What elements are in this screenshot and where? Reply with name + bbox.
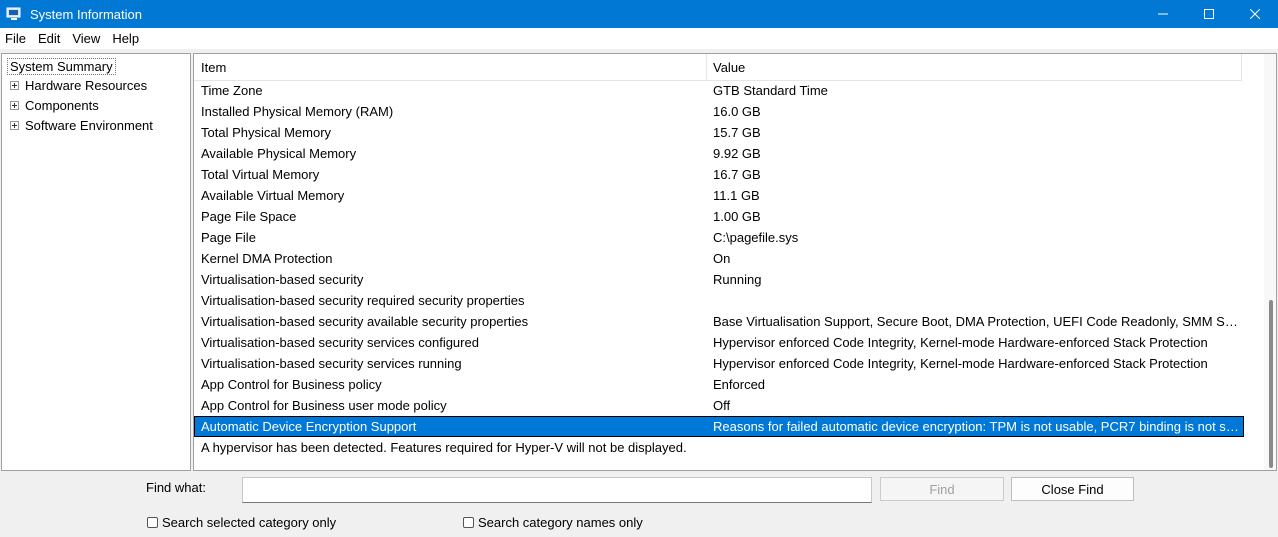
row-value: 16.7 GB — [713, 167, 761, 182]
row-item: Available Physical Memory — [201, 146, 357, 161]
menu-help[interactable]: Help — [107, 31, 146, 46]
row-value: 11.1 GB — [713, 188, 760, 203]
row-item: Page File Space — [201, 209, 297, 224]
menu-edit[interactable]: Edit — [33, 31, 67, 46]
column-header-value[interactable]: Value — [713, 60, 745, 75]
row-item: Available Virtual Memory — [201, 188, 345, 203]
minimize-icon — [1158, 13, 1168, 15]
close-button[interactable] — [1232, 0, 1278, 28]
table-row[interactable]: Available Physical Memory 9.92 GB — [194, 143, 1244, 164]
tree-item-hardware-resources[interactable]: Hardware Resources — [10, 78, 147, 93]
menu-bar: File Edit View Help — [0, 28, 1278, 49]
tree-item-components[interactable]: Components — [10, 98, 99, 113]
menu-view[interactable]: View — [67, 31, 107, 46]
table-row[interactable]: App Control for Business policy Enforced — [194, 374, 1244, 395]
column-header-item[interactable]: Item — [201, 60, 226, 75]
table-row[interactable]: Installed Physical Memory (RAM) 16.0 GB — [194, 101, 1244, 122]
row-item: App Control for Business user mode polic… — [201, 398, 447, 413]
find-button-label: Find — [929, 481, 955, 497]
row-value: 1.00 GB — [713, 209, 761, 224]
search-selected-category-checkbox[interactable] — [147, 517, 158, 528]
row-item: App Control for Business policy — [201, 377, 382, 392]
row-item: Automatic Device Encryption Support — [201, 419, 417, 434]
table-row[interactable]: App Control for Business user mode polic… — [194, 395, 1244, 416]
table-row[interactable]: Time Zone GTB Standard Time — [194, 80, 1244, 101]
column-header: Item Value — [194, 54, 1242, 81]
row-value: Running — [713, 272, 762, 287]
table-row[interactable]: A hypervisor has been detected. Features… — [194, 437, 1244, 458]
table-row[interactable]: Total Virtual Memory 16.7 GB — [194, 164, 1244, 185]
table-row[interactable]: Automatic Device Encryption Support Reaso… — [194, 416, 1244, 437]
title-bar[interactable]: System Information — [0, 0, 1278, 28]
tree-item-label: Software Environment — [25, 118, 153, 133]
close-icon — [1250, 9, 1260, 19]
row-value: GTB Standard Time — [713, 83, 828, 98]
search-category-names-checkbox[interactable] — [463, 517, 474, 528]
row-item: Total Virtual Memory — [201, 167, 320, 182]
table-row[interactable]: Kernel DMA Protection On — [194, 248, 1244, 269]
search-selected-category-option[interactable]: Search selected category only — [147, 515, 336, 530]
system-information-icon — [6, 6, 22, 22]
details-list[interactable]: Item Value Time Zone GTB Standard Time Ins… — [193, 53, 1277, 471]
vertical-scrollbar[interactable] — [1264, 54, 1276, 470]
row-item: Virtualisation-based security services r… — [201, 356, 462, 371]
table-row[interactable]: Virtualisation-based security required s… — [194, 290, 1244, 311]
table-row[interactable]: Page File C:\pagefile.sys — [194, 227, 1244, 248]
table-rows: Time Zone GTB Standard Time Installed Phys… — [194, 80, 1244, 458]
column-divider[interactable] — [706, 54, 707, 80]
search-category-names-label: Search category names only — [478, 515, 643, 530]
row-item: Total Physical Memory — [201, 125, 332, 140]
row-value: C:\pagefile.sys — [713, 230, 799, 245]
menu-file[interactable]: File — [0, 31, 33, 46]
table-row[interactable]: Page File Space 1.00 GB — [194, 206, 1244, 227]
row-item: Page File — [201, 230, 256, 245]
row-item: Virtualisation-based security services c… — [201, 335, 479, 350]
find-what-input[interactable] — [242, 477, 872, 503]
table-row[interactable]: Available Virtual Memory 11.1 GB — [194, 185, 1244, 206]
table-row[interactable]: Virtualisation-based security services r… — [194, 353, 1244, 374]
tree-item-software-environment[interactable]: Software Environment — [10, 118, 153, 133]
category-tree[interactable]: System Summary Hardware Resources Compon… — [1, 53, 191, 471]
minimize-button[interactable] — [1140, 0, 1186, 28]
window-title: System Information — [30, 6, 142, 22]
scrollbar-thumb[interactable] — [1269, 300, 1273, 468]
row-value: Off — [713, 398, 731, 413]
row-value: Base Virtualisation Support, Secure Boot… — [713, 314, 1239, 329]
expand-icon[interactable] — [10, 121, 19, 130]
row-value: 15.7 GB — [713, 125, 761, 140]
expand-icon[interactable] — [10, 81, 19, 90]
table-row[interactable]: Virtualisation-based security services c… — [194, 332, 1244, 353]
row-item: Installed Physical Memory (RAM) — [201, 104, 394, 119]
close-find-button-label: Close Find — [1041, 481, 1104, 497]
row-item: Virtualisation-based security required s… — [201, 293, 525, 308]
maximize-button[interactable] — [1186, 0, 1232, 28]
maximize-icon — [1204, 9, 1214, 19]
row-item: Kernel DMA Protection — [201, 251, 333, 266]
tree-item-system-summary[interactable]: System Summary — [7, 58, 116, 75]
tree-item-label: Components — [25, 98, 99, 113]
row-value: 9.92 GB — [713, 146, 761, 161]
row-value: 16.0 GB — [713, 104, 761, 119]
table-row[interactable]: Virtualisation-based security Running — [194, 269, 1244, 290]
search-selected-category-label: Search selected category only — [162, 515, 337, 530]
tree-item-label: Hardware Resources — [25, 78, 148, 93]
find-button[interactable]: Find — [880, 477, 1004, 501]
table-row[interactable]: Total Physical Memory 15.7 GB — [194, 122, 1244, 143]
table-row[interactable]: Virtualisation-based security available … — [194, 311, 1244, 332]
find-what-label: Find what: — [146, 480, 206, 495]
row-item: Virtualisation-based security — [201, 272, 364, 287]
row-item: Virtualisation-based security available … — [201, 314, 529, 329]
row-value: Hypervisor enforced Code Integrity, Kern… — [713, 356, 1208, 371]
search-category-names-option[interactable]: Search category names only — [463, 515, 643, 530]
close-find-button[interactable]: Close Find — [1011, 477, 1134, 501]
column-divider[interactable] — [1241, 54, 1242, 80]
row-value: On — [713, 251, 731, 266]
expand-icon[interactable] — [10, 101, 19, 110]
row-value: Enforced — [713, 377, 766, 392]
row-item: A hypervisor has been detected. Features… — [201, 440, 687, 455]
row-value: Hypervisor enforced Code Integrity, Kern… — [713, 335, 1208, 350]
row-item: Time Zone — [201, 83, 263, 98]
row-value: Reasons for failed automatic device encr… — [713, 419, 1239, 434]
